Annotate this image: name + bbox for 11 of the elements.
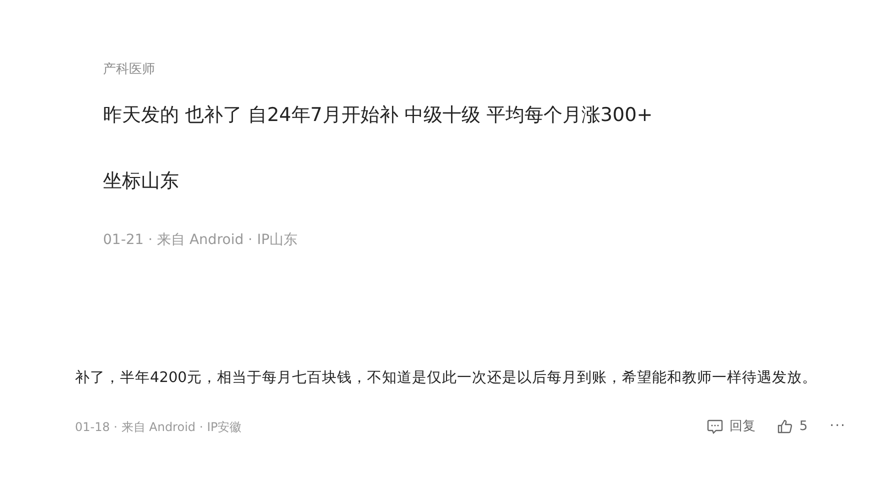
comment-icon — [707, 419, 724, 434]
thumbs-up-icon — [777, 419, 794, 434]
comment-text: 坐标山东 — [103, 169, 180, 194]
reply-button[interactable]: 回复 — [707, 416, 756, 436]
comment-meta: 01-18 · 来自 Android · IP安徽 — [75, 418, 242, 436]
author-title: 产科医师 — [103, 61, 156, 79]
comment-meta: 01-21 · 来自 Android · IP山东 — [103, 231, 298, 250]
like-button[interactable]: 5 — [777, 416, 808, 436]
comment-text: 补了，半年4200元，相当于每月七百块钱，不知道是仅此一次还是以后每月到账，希望能和教师一样待遇发放。 — [75, 368, 818, 388]
more-button[interactable]: ··· — [830, 416, 846, 437]
comment-text: 昨天发的 也补了 自24年7月开始补 中级十级 平均每个月涨300+ — [103, 103, 654, 128]
